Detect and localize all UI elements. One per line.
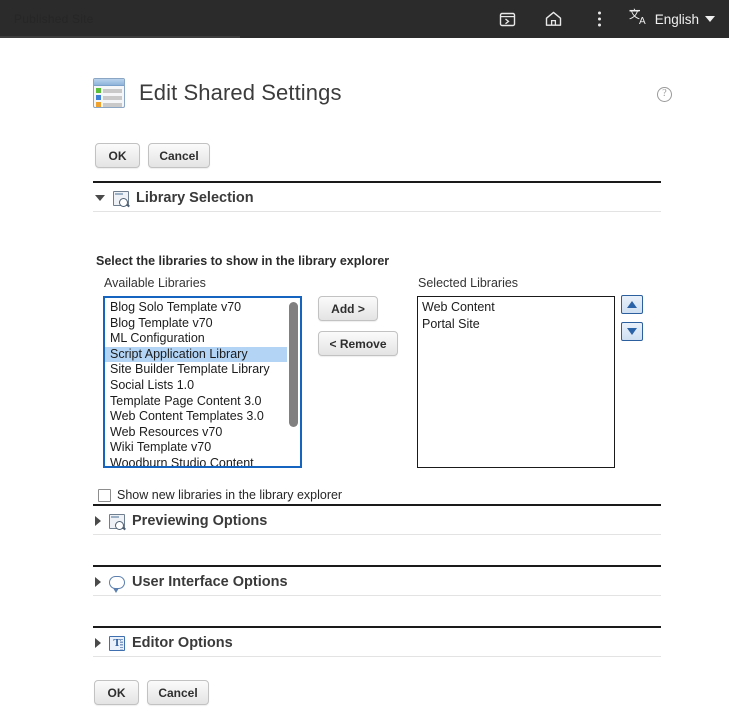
library-selection-instruction: Select the libraries to show in the libr… — [96, 254, 390, 268]
home-icon[interactable] — [531, 0, 577, 38]
ok-button-bottom[interactable]: OK — [94, 680, 139, 705]
page-content: Edit Shared Settings ? OK Cancel Library… — [0, 38, 729, 718]
reorder-buttons — [621, 295, 643, 341]
available-library-item[interactable]: ML Configuration — [105, 331, 300, 347]
available-library-item[interactable]: Blog Solo Template v70 — [105, 300, 300, 316]
move-up-button[interactable] — [621, 295, 643, 314]
previewing-options-rule-top — [93, 504, 661, 506]
page-title: Edit Shared Settings — [139, 80, 342, 105]
more-vertical-icon[interactable] — [577, 0, 623, 38]
show-new-libraries-row[interactable]: Show new libraries in the library explor… — [98, 488, 342, 502]
available-library-item[interactable]: Template Page Content 3.0 — [105, 394, 300, 410]
language-selector[interactable]: 文 A English — [623, 7, 729, 31]
section-title-previewing-options: Previewing Options — [132, 513, 268, 529]
arrow-down-icon — [627, 328, 637, 335]
user-interface-options-rule-bottom — [93, 595, 661, 596]
available-library-item[interactable]: Web Content Templates 3.0 — [105, 409, 300, 425]
available-libraries-items: Blog Solo Template v70 Blog Template v70 M… — [105, 298, 300, 466]
show-new-libraries-checkbox[interactable] — [98, 488, 111, 502]
text-editor-icon: T — [109, 635, 125, 651]
top-bar-actions: 文 A English — [485, 0, 729, 38]
page-header: Edit Shared Settings — [93, 78, 342, 108]
top-bar: Published Site 文 A English — [0, 0, 729, 38]
add-button[interactable]: Add > — [318, 296, 378, 321]
library-selection-rule-top — [93, 181, 661, 183]
user-interface-options-rule-top — [93, 565, 661, 567]
cancel-button-top[interactable]: Cancel — [148, 143, 210, 168]
panel-icon[interactable] — [485, 0, 531, 38]
move-down-button[interactable] — [621, 322, 643, 341]
available-library-item[interactable]: Wiki Template v70 — [105, 440, 300, 456]
scrollbar-thumb[interactable] — [289, 302, 298, 427]
editor-options-rule-top — [93, 626, 661, 628]
bottom-action-buttons: OK Cancel — [94, 680, 209, 705]
top-action-buttons: OK Cancel — [95, 143, 210, 168]
ok-button-top[interactable]: OK — [95, 143, 140, 168]
selected-libraries-items: Web Content Portal Site — [418, 297, 614, 332]
transfer-buttons: Add > < Remove — [318, 296, 398, 356]
speech-bubble-icon — [109, 575, 125, 593]
svg-text:A: A — [639, 16, 646, 26]
help-icon[interactable]: ? — [657, 87, 672, 102]
cancel-button-bottom[interactable]: Cancel — [147, 680, 209, 705]
available-libraries-scrollbar[interactable] — [287, 298, 300, 466]
library-selection-rule-bottom — [93, 211, 661, 212]
previewing-options-rule-bottom — [93, 534, 661, 535]
selected-library-item[interactable]: Portal Site — [418, 316, 614, 333]
chevron-down-icon[interactable] — [705, 16, 715, 22]
selected-library-item[interactable]: Web Content — [418, 299, 614, 316]
section-header-library-selection[interactable]: Library Selection — [95, 186, 254, 210]
section-header-previewing-options[interactable]: Previewing Options — [95, 509, 267, 533]
selected-libraries-listbox[interactable]: Web Content Portal Site — [417, 296, 615, 468]
chevron-right-icon[interactable] — [95, 638, 101, 648]
remove-button[interactable]: < Remove — [318, 331, 398, 356]
preview-magnifier-icon — [113, 190, 130, 207]
section-header-editor-options[interactable]: T Editor Options — [95, 631, 233, 655]
available-libraries-listbox[interactable]: Blog Solo Template v70 Blog Template v70 M… — [103, 296, 302, 468]
available-library-item[interactable]: Blog Template v70 — [105, 316, 300, 332]
available-library-item[interactable]: Script Application Library — [105, 346, 300, 363]
section-title-editor-options: Editor Options — [132, 635, 233, 651]
language-label: English — [654, 11, 699, 27]
selected-libraries-label: Selected Libraries — [418, 276, 519, 290]
chevron-right-icon[interactable] — [95, 516, 101, 526]
chevron-down-icon[interactable] — [95, 195, 105, 201]
shared-settings-icon — [93, 78, 125, 108]
arrow-up-icon — [627, 301, 637, 308]
available-library-item[interactable]: Woodburn Studio Content — [105, 456, 300, 466]
chevron-right-icon[interactable] — [95, 577, 101, 587]
available-library-item[interactable]: Social Lists 1.0 — [105, 378, 300, 394]
published-site-tab[interactable]: Published Site — [0, 12, 94, 26]
section-title-user-interface-options: User Interface Options — [132, 574, 288, 590]
available-library-item[interactable]: Site Builder Template Library — [105, 362, 300, 378]
show-new-libraries-label: Show new libraries in the library explor… — [117, 488, 343, 502]
editor-options-rule-bottom — [93, 656, 661, 657]
section-header-user-interface-options[interactable]: User Interface Options — [95, 570, 288, 594]
available-library-item[interactable]: Web Resources v70 — [105, 425, 300, 441]
translate-icon: 文 A — [629, 7, 649, 31]
section-title-library-selection: Library Selection — [136, 190, 254, 206]
available-libraries-label: Available Libraries — [104, 276, 206, 290]
preview-magnifier-icon — [109, 513, 126, 530]
